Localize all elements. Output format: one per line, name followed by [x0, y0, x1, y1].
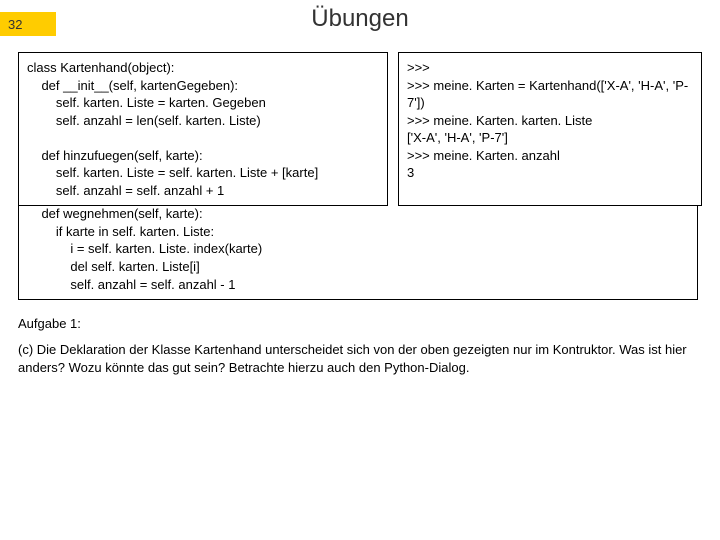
- page-number: 32: [8, 17, 22, 32]
- page-number-badge: 32: [0, 12, 56, 36]
- code-box-right: >>> >>> meine. Karten = Kartenhand(['X-A…: [398, 52, 702, 206]
- task-label: Aufgabe 1:: [18, 316, 702, 331]
- slide: 32 Übungen class Kartenhand(object): def…: [0, 0, 720, 540]
- slide-header: 32 Übungen: [0, 0, 720, 38]
- task-section: Aufgabe 1: (c) Die Deklaration der Klass…: [18, 316, 702, 376]
- code-box-lower: def wegnehmen(self, karte): if karte in …: [18, 205, 698, 300]
- code-boxes-row: class Kartenhand(object): def __init__(s…: [18, 52, 702, 206]
- code-box-left: class Kartenhand(object): def __init__(s…: [18, 52, 388, 206]
- slide-title: Übungen: [56, 5, 720, 33]
- task-text: (c) Die Deklaration der Klasse Kartenhan…: [18, 341, 702, 376]
- slide-content: class Kartenhand(object): def __init__(s…: [0, 52, 720, 376]
